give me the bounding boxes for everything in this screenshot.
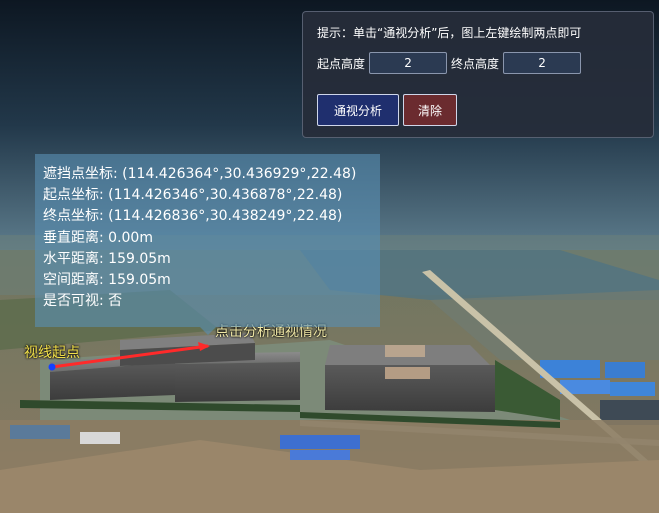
small-building bbox=[80, 432, 120, 444]
end-height-input[interactable] bbox=[503, 52, 582, 74]
start-height-input[interactable] bbox=[369, 52, 448, 74]
roof-structure bbox=[385, 345, 425, 357]
small-building bbox=[280, 435, 360, 449]
horizontal-distance: 水平距离: 159.05m bbox=[43, 250, 171, 267]
blue-roof bbox=[610, 382, 655, 396]
hint-text: 提示：单击“通视分析”后，图上左键绘制两点即可 bbox=[317, 26, 582, 40]
small-building bbox=[290, 450, 350, 460]
spatial-distance: 空间距离: 159.05m bbox=[43, 272, 171, 289]
blue-roof bbox=[605, 362, 645, 378]
popup-pointer bbox=[200, 327, 216, 335]
start-point-label: 视线起点 bbox=[24, 345, 80, 361]
roof-structure bbox=[385, 367, 430, 379]
end-coordinate: 终点坐标: (114.426836°,30.438249°,22.48) bbox=[43, 208, 343, 225]
start-height-label: 起点高度 bbox=[317, 56, 366, 71]
small-building bbox=[10, 425, 70, 439]
height-row: 起点高度 终点高度 bbox=[317, 52, 585, 74]
visibility-analysis-button[interactable]: 通视分析 bbox=[317, 94, 399, 126]
vertical-distance: 垂直距离: 0.00m bbox=[43, 229, 153, 246]
map-viewport[interactable]: 视线起点 点击分析通视情况 遮挡点坐标: (114.426364°,30.436… bbox=[0, 0, 659, 513]
end-height-label: 终点高度 bbox=[451, 56, 500, 71]
start-point-marker[interactable] bbox=[48, 363, 56, 371]
clear-button[interactable]: 清除 bbox=[403, 94, 457, 126]
obstacle-coordinate: 遮挡点坐标: (114.426364°,30.436929°,22.48) bbox=[43, 166, 357, 182]
visibility-analysis-panel: 提示：单击“通视分析”后，图上左键绘制两点即可 起点高度 终点高度 通视分析 清… bbox=[302, 11, 654, 138]
visibility-result-popup: 遮挡点坐标: (114.426364°,30.436929°,22.48) 起点… bbox=[35, 154, 380, 327]
visibility-status: 是否可视: 否 bbox=[43, 293, 123, 310]
start-coordinate: 起点坐标: (114.426346°,30.436878°,22.48) bbox=[43, 187, 343, 204]
